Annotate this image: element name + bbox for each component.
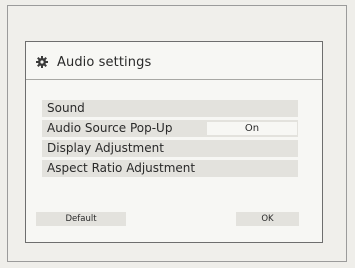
dialog-title: Audio settings (57, 54, 152, 70)
menu-item-audio-source-popup[interactable]: Audio Source Pop-Up On (42, 120, 298, 137)
menu-item-label: Audio Source Pop-Up (47, 121, 173, 135)
menu-item-sound[interactable]: Sound (42, 100, 298, 117)
dialog-header: Audio settings (36, 51, 151, 73)
menu-item-label: Sound (47, 101, 85, 115)
settings-menu: Sound Audio Source Pop-Up On Display Adj… (42, 100, 298, 180)
ok-button[interactable]: OK (236, 212, 299, 226)
menu-item-label: Aspect Ratio Adjustment (47, 161, 196, 175)
menu-item-aspect-ratio-adjustment[interactable]: Aspect Ratio Adjustment (42, 160, 298, 177)
device-frame: Audio settings Sound Audio Source Pop-Up… (7, 5, 347, 262)
gear-icon (36, 56, 48, 68)
default-button[interactable]: Default (36, 212, 126, 226)
header-divider (26, 79, 322, 80)
audio-source-popup-value: On (207, 122, 297, 135)
menu-item-label: Display Adjustment (47, 141, 164, 155)
audio-settings-dialog: Audio settings Sound Audio Source Pop-Up… (25, 41, 323, 243)
menu-item-display-adjustment[interactable]: Display Adjustment (42, 140, 298, 157)
